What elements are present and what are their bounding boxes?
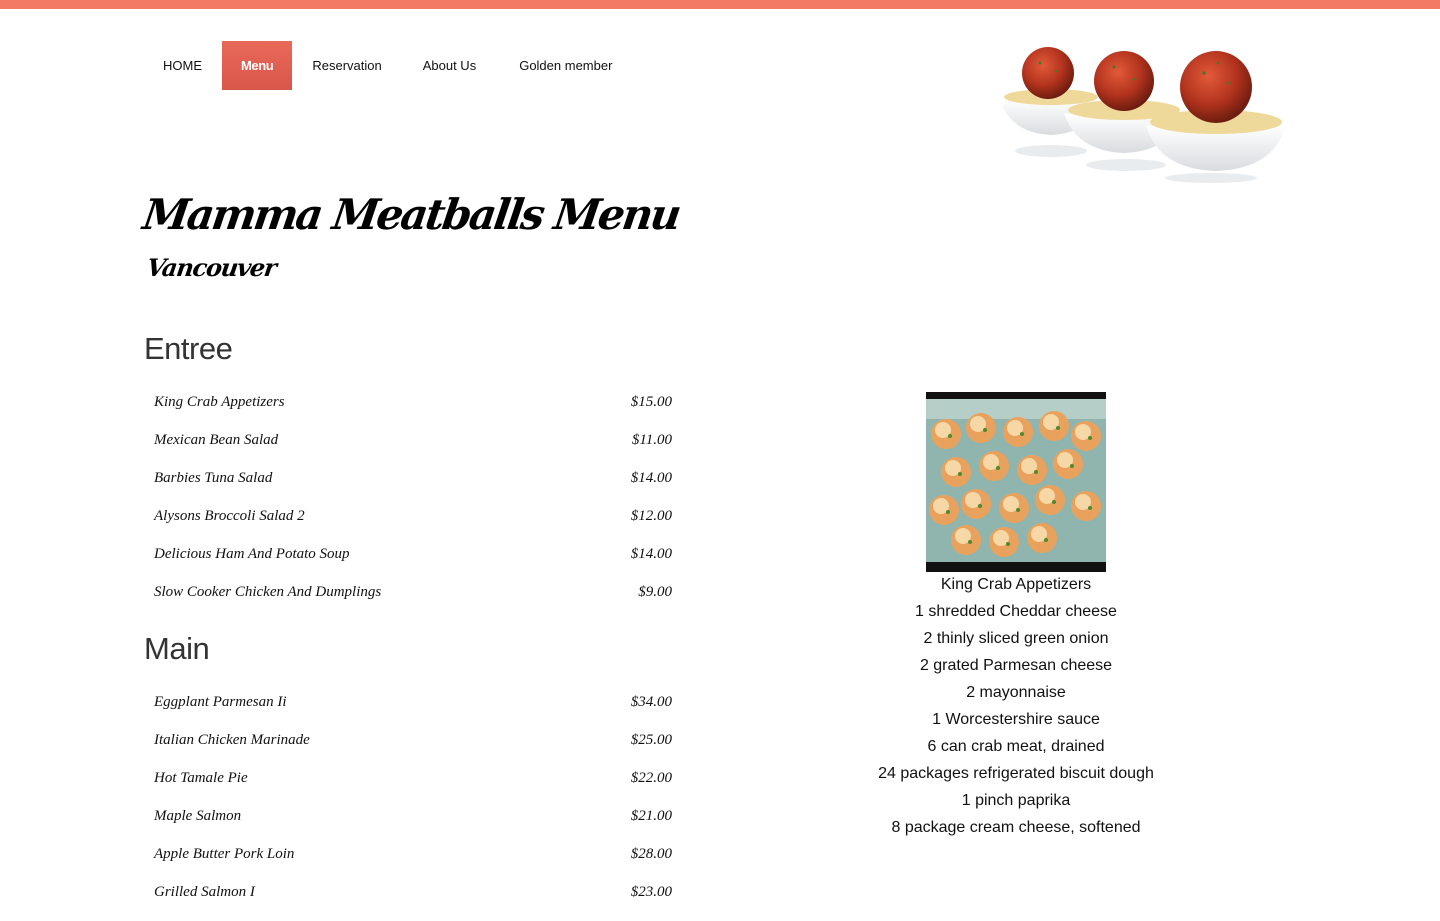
menu-item-price: $9.00 (638, 584, 672, 600)
nav-golden-member[interactable]: Golden member (497, 41, 634, 90)
ingredient: 2 grated Parmesan cheese (919, 657, 1113, 674)
ingredient: 24 packages refrigerated biscuit dough (878, 765, 1154, 782)
menu-item-price: $22.00 (630, 770, 672, 786)
menu-item[interactable]: King Crab Appetizers $15.00 (154, 393, 674, 431)
menu-item[interactable]: Delicious Ham And Potato Soup $14.00 (154, 545, 674, 583)
menu-item[interactable]: Apple Butter Pork Loin $28.00 (154, 845, 674, 883)
menu-item-name: Hot Tamale Pie (154, 770, 248, 786)
nav-reservation[interactable]: Reservation (292, 41, 401, 90)
item-detail-panel: King Crab Appetizers 1 shredded Cheddar … (856, 392, 1176, 841)
menu-item-name: Barbies Tuna Salad (154, 470, 273, 486)
section-title-entree: Entree (144, 331, 233, 366)
crab-appetizer-photo (926, 392, 1106, 572)
menu-item-price: $14.00 (630, 470, 672, 486)
menu-item[interactable]: Italian Chicken Marinade $25.00 (154, 731, 674, 769)
ingredient: 2 thinly sliced green onion (923, 630, 1109, 647)
menu-item[interactable]: Eggplant Parmesan Ii $34.00 (154, 693, 674, 731)
ingredient-list: 1 shredded Cheddar cheese 2 thinly slice… (856, 598, 1176, 841)
menu-item-name: Delicious Ham And Potato Soup (154, 546, 350, 562)
menu-item-price: $34.00 (630, 694, 672, 710)
section-title-main: Main (144, 631, 210, 666)
menu-item[interactable]: Maple Salmon $21.00 (154, 807, 674, 845)
menu-item-name: Eggplant Parmesan Ii (154, 694, 287, 710)
page-subtitle: Vancouver (145, 253, 278, 282)
entree-list: King Crab Appetizers $15.00 Mexican Bean … (154, 393, 674, 621)
detail-item-name: King Crab Appetizers (940, 576, 1092, 593)
menu-item-price: $11.00 (631, 432, 672, 448)
ingredient: 1 pinch paprika (961, 792, 1071, 809)
main-list: Eggplant Parmesan Ii $34.00 Italian Chick… (154, 693, 674, 921)
menu-item[interactable]: Hot Tamale Pie $22.00 (154, 769, 674, 807)
menu-item[interactable]: Slow Cooker Chicken And Dumplings $9.00 (154, 583, 674, 621)
ingredient: 1 shredded Cheddar cheese (915, 603, 1117, 620)
menu-item-name: Slow Cooker Chicken And Dumplings (154, 584, 382, 600)
ingredient: 1 Worcestershire sauce (932, 711, 1100, 728)
menu-item-price: $25.00 (630, 732, 672, 748)
menu-item[interactable]: Mexican Bean Salad $11.00 (154, 431, 674, 469)
menu-item-name: Grilled Salmon I (154, 884, 255, 900)
main-nav: HOME Menu Reservation About Us Golden me… (143, 41, 634, 90)
menu-item-name: Mexican Bean Salad (154, 432, 279, 448)
ingredient: 6 can crab meat, drained (927, 738, 1105, 755)
menu-item-name: Maple Salmon (154, 808, 242, 824)
nav-about-us[interactable]: About Us (402, 41, 497, 90)
menu-item-price: $28.00 (630, 846, 672, 862)
menu-item[interactable]: Barbies Tuna Salad $14.00 (154, 469, 674, 507)
ingredient: 2 mayonnaise (966, 684, 1066, 701)
menu-item-price: $12.00 (630, 508, 672, 524)
menu-item-name: Alysons Broccoli Salad 2 (154, 508, 305, 524)
menu-item-name: Apple Butter Pork Loin (154, 846, 295, 862)
menu-item[interactable]: Grilled Salmon I $23.00 (154, 883, 674, 921)
top-accent-bar (0, 0, 1440, 9)
meatball-spaghetti-bowls-image (1000, 47, 1286, 183)
nav-home[interactable]: HOME (143, 41, 222, 90)
page-title: Mamma Meatballs Menu (140, 190, 683, 239)
menu-item-name: Italian Chicken Marinade (154, 732, 310, 748)
menu-item[interactable]: Alysons Broccoli Salad 2 $12.00 (154, 507, 674, 545)
menu-item-name: King Crab Appetizers (154, 394, 285, 410)
menu-item-price: $21.00 (630, 808, 672, 824)
menu-item-price: $23.00 (630, 884, 672, 900)
menu-item-price: $15.00 (630, 394, 672, 410)
ingredient: 8 package cream cheese, softened (891, 819, 1141, 836)
menu-item-price: $14.00 (630, 546, 672, 562)
nav-menu[interactable]: Menu (222, 41, 293, 90)
